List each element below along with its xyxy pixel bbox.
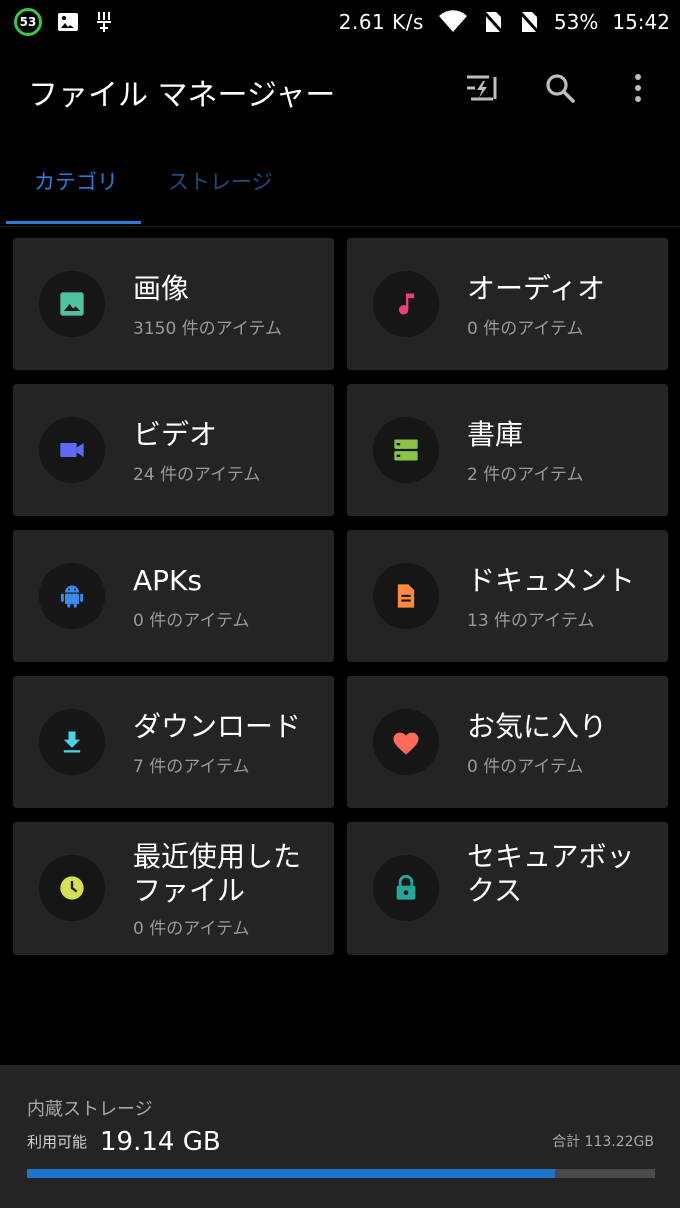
- category-title: お気に入り: [467, 710, 608, 743]
- network-speed: 2.61 K/s: [338, 10, 424, 34]
- category-card-video[interactable]: ビデオ 24 件のアイテム: [13, 384, 334, 516]
- storage-usage-fill: [27, 1169, 555, 1178]
- storage-available-label: 利用可能: [27, 1133, 88, 1151]
- clock-icon: [39, 855, 105, 921]
- more-vert-icon[interactable]: [618, 68, 658, 108]
- notification-badge: 53: [14, 8, 42, 36]
- category-count: 0 件のアイテム: [133, 919, 250, 939]
- download-icon: [39, 709, 105, 775]
- category-count: 13 件のアイテム: [467, 611, 595, 631]
- wifi-icon: [438, 10, 468, 34]
- category-title: セキュアボックス: [467, 840, 635, 907]
- usb-debug-icon: [94, 10, 114, 34]
- internal-storage-panel[interactable]: 内蔵ストレージ 利用可能 19.14 GB 合計 113.22GB: [0, 1065, 680, 1208]
- storage-available-value: 19.14 GB: [100, 1127, 221, 1157]
- android-icon: [39, 563, 105, 629]
- page-title: ファイル マネージャー: [28, 78, 336, 113]
- status-bar: 53 2.61 K/s 53% 15:42: [0, 0, 680, 44]
- music-note-icon: [373, 271, 439, 337]
- category-count: 0 件のアイテム: [467, 319, 584, 339]
- app-bar: ファイル マネージャー: [0, 44, 680, 130]
- videocam-icon: [39, 417, 105, 483]
- flash-transfer-icon[interactable]: [462, 68, 502, 108]
- category-card-apks[interactable]: APKs 0 件のアイテム: [13, 530, 334, 662]
- category-count: 7 件のアイテム: [133, 757, 250, 777]
- archive-icon: [373, 417, 439, 483]
- category-title: 書庫: [467, 418, 524, 451]
- category-card-audio[interactable]: オーディオ 0 件のアイテム: [347, 238, 668, 370]
- storage-usage-bar: [27, 1169, 655, 1178]
- category-card-downloads[interactable]: ダウンロード 7 件のアイテム: [13, 676, 334, 808]
- category-card-secure-box[interactable]: セキュアボックス: [347, 822, 668, 955]
- no-sim-icon: [482, 10, 504, 34]
- document-icon: [373, 563, 439, 629]
- storage-total: 合計 113.22GB: [552, 1134, 654, 1150]
- battery-level: 53%: [553, 10, 599, 34]
- category-card-archive[interactable]: 書庫 2 件のアイテム: [347, 384, 668, 516]
- category-title: 画像: [133, 272, 190, 305]
- tab-bar: カテゴリ ストレージ: [0, 130, 680, 227]
- category-title: 最近使用したファイル: [133, 840, 302, 907]
- clock: 15:42: [612, 10, 670, 34]
- category-card-images[interactable]: 画像 3150 件のアイテム: [13, 238, 334, 370]
- image-icon: [39, 271, 105, 337]
- tab-category[interactable]: カテゴリ: [34, 166, 118, 196]
- category-count: 0 件のアイテム: [133, 611, 250, 631]
- tab-indicator: [6, 221, 141, 224]
- heart-icon: [373, 709, 439, 775]
- category-count: 0 件のアイテム: [467, 757, 584, 777]
- category-title: ドキュメント: [467, 564, 636, 597]
- category-count: 24 件のアイテム: [133, 465, 261, 485]
- tab-storage[interactable]: ストレージ: [168, 166, 273, 196]
- no-sim-icon-2: [518, 10, 540, 34]
- category-title: ダウンロード: [133, 710, 302, 743]
- search-icon[interactable]: [540, 68, 580, 108]
- category-title: APKs: [133, 564, 202, 597]
- lock-icon: [373, 855, 439, 921]
- category-card-recent[interactable]: 最近使用したファイル 0 件のアイテム: [13, 822, 334, 955]
- storage-title: 内蔵ストレージ: [27, 1099, 153, 1120]
- category-count: 2 件のアイテム: [467, 465, 584, 485]
- category-card-favorites[interactable]: お気に入り 0 件のアイテム: [347, 676, 668, 808]
- category-count: 3150 件のアイテム: [133, 319, 282, 339]
- category-card-documents[interactable]: ドキュメント 13 件のアイテム: [347, 530, 668, 662]
- gallery-notification-icon: [56, 10, 80, 34]
- category-title: ビデオ: [133, 418, 218, 451]
- category-title: オーディオ: [467, 272, 606, 305]
- category-grid: 画像 3150 件のアイテム オーディオ 0 件のアイテム ビデオ 24 件のア…: [13, 238, 668, 969]
